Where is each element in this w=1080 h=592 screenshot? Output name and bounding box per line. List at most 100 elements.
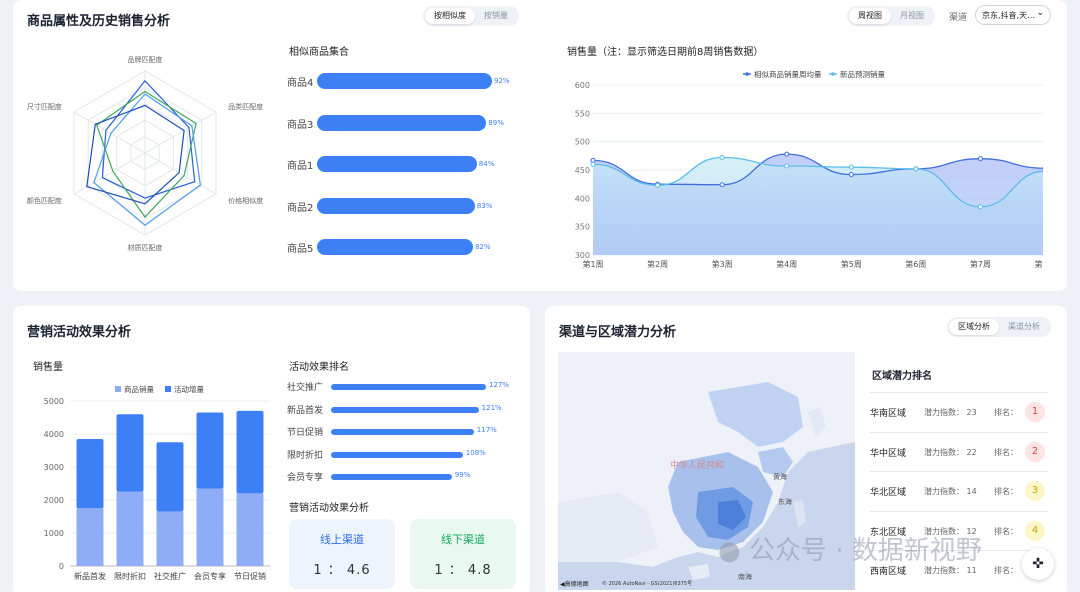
radar-axis-label: 品牌匹配度 [128,55,163,64]
region-rank-label: 排名： [994,526,1018,536]
line-series-point [590,161,596,167]
stacked-bar-segment [196,412,224,489]
line-chart-ytick: 300 [575,251,590,260]
line-chart-xtick: 第3周 [712,259,733,269]
activity-rank-row: 新品首发 121% [287,403,527,417]
stacked-bar-segment [76,508,104,566]
activity-rank-bar [331,451,463,458]
radar-series-polygon [93,93,202,226]
effect-title: 营销活动效果分析 [289,503,369,514]
line-chart-xtick: 第8周 [1034,259,1043,269]
stacked-bar-segment [116,414,144,492]
similar-product-bar [317,239,473,255]
channel-select[interactable]: 京东,抖音,天… ⌄ [975,5,1051,25]
similar-product-value: 89% [488,118,504,127]
activity-rank-bar [331,406,479,413]
offline-channel-box: 线下渠道 1 ： 4.8 [410,519,516,589]
marketing-card: 营销活动效果分析 销售量 0 1000 2000 3000 4000 5000 新品首发 限时… [13,306,530,592]
bar-chart-xtick: 节日促销 [234,571,266,581]
bar-chart-xtick: 限时折扣 [114,571,146,581]
bar-chart-xtick: 社交推广 [154,571,186,581]
bar-chart-ytick: 1000 [44,529,64,538]
chevron-down-icon: ⌄ [1036,8,1044,18]
line-chart-xtick: 第7周 [970,259,991,269]
similar-product-bar [317,73,492,89]
legend-marker [831,72,835,76]
legend-label: 活动增量 [174,384,204,394]
line-chart-xtick: 第5周 [841,259,862,269]
region-rank-row: 华北区域 潜力指数： 14 排名： 3 [870,471,1048,510]
online-channel-box: 线上渠道 1 ： 4.6 [289,519,395,589]
activity-rank-list: 社交推广 127% 新品首发 121% 节日促销 117% 限时折扣 108% 会员专享 99% [287,380,527,490]
toggle-by-sales[interactable]: 按销量 [475,8,517,24]
bar-chart-ytick: 3000 [44,463,64,472]
similar-product-row: 商品2 83% [287,197,527,216]
bar-chart-xtick: 新品首发 [74,571,106,581]
similar-products-list: 商品4 92% 商品3 89% 商品1 84% 商品2 83% 商品5 82% [287,73,527,255]
similar-product-label: 商品2 [287,202,314,214]
region-rank-label: 排名： [994,566,1018,575]
region-rank-label: 排名： [994,487,1018,496]
region-name: 华南区域 [870,409,907,419]
activity-rank-value: 99% [454,471,471,479]
activity-rank-label: 会员专享 [287,473,324,483]
legend-label: 相似商品销量周均量 [754,69,822,79]
wechat-icon: ● [718,536,741,566]
line-chart-xtick: 第6周 [905,259,926,269]
stacked-bar-segment [236,410,264,494]
stacked-bar-segment [236,493,264,566]
stacked-bar-segment [156,442,184,512]
line-chart-ytick: 400 [575,194,590,203]
bar-chart-ytick: 2000 [44,496,64,505]
watermark-text: 公众号 · 数据新视野 [748,536,982,566]
similar-product-bar [317,114,487,131]
similar-product-label: 商品5 [287,244,314,255]
activity-rank-label: 新品首发 [287,405,324,416]
sales-line-chart: 300 350 400 450 500 550 600 第1周 第2周 第3周 第4周 第5周 第6周 第… [575,69,1043,269]
activity-rank-title: 活动效果排名 [289,362,349,373]
toggle-week-view[interactable]: 周视图 [849,8,891,24]
region-potential-index: 潜力指数： 23 [924,408,977,417]
line-chart-xtick: 第1周 [582,259,603,269]
stacked-bar-segment [196,488,224,566]
region-rank-row: 华南区域 潜力指数： 23 排名： 1 [870,392,1048,431]
map-sea-label: 东海 [778,498,792,506]
line-chart-title: 销售量（注：显示筛选日期前8周销售数据） [567,47,764,58]
similar-products-title: 相似商品集合 [289,47,349,58]
analysis-toggle: 区域分析 渠道分析 [947,317,1051,337]
floating-action-button[interactable]: ✜ [1022,548,1054,580]
radar-axis-label: 尺寸匹配度 [27,102,62,111]
activity-rank-bar [331,474,452,480]
activity-rank-row: 节日促销 117% [287,425,527,439]
watermark: ● 公众号 · 数据新视野 [718,530,982,567]
offline-channel-label: 线下渠道 [441,533,485,546]
bar-chart-title: 销售量 [33,362,63,373]
activity-rank-bar [331,384,486,390]
similar-product-row: 商品3 89% [287,114,527,133]
similar-product-row: 商品1 84% [287,156,527,174]
radar-axis-line [73,152,146,195]
offline-channel-ratio: 1 ： 4.8 [434,563,492,578]
region-rank-row: 华中区域 潜力指数： 22 排名： 2 [870,431,1048,471]
toggle-channel-analysis[interactable]: 渠道分析 [999,319,1049,335]
toggle-month-view[interactable]: 月视图 [891,8,933,24]
region-name: 华北区域 [870,488,907,498]
line-series-point [784,163,790,169]
radar-axis-line [73,111,146,154]
similar-product-row: 商品4 92% [287,73,527,91]
toggle-by-similarity[interactable]: 按相似度 [425,8,475,24]
attribute-sales-card: 商品属性及历史销售分析 按相似度 按销量 周视图 月视图 渠道 京东,抖音,天…… [13,0,1067,291]
map-sea-label: 南海 [738,573,752,581]
region-rank-label: 排名： [994,408,1018,417]
line-chart-ytick: 350 [575,223,590,232]
similar-product-value: 84% [478,160,495,168]
region-rank-title: 区域潜力排名 [872,371,932,382]
similar-product-bar [317,197,475,214]
region-potential-index: 潜力指数： 14 [924,487,977,496]
region-rank-badge: 3 [1025,481,1045,501]
similar-product-value: 92% [494,77,510,85]
activity-rank-row: 会员专享 99% [287,470,527,484]
toggle-region-analysis[interactable]: 区域分析 [949,319,999,335]
line-series-point [719,182,725,188]
stacked-bar-segment [76,438,104,509]
